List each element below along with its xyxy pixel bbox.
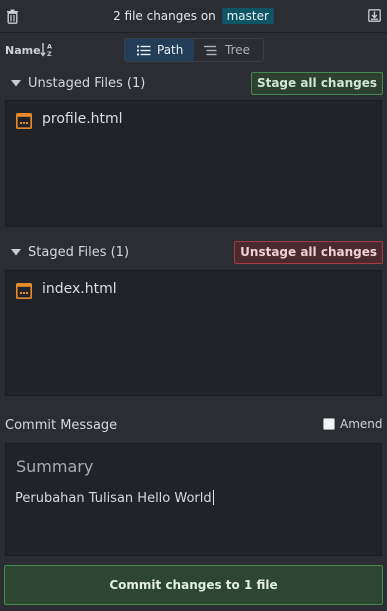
sort-name-label[interactable]: Name <box>5 44 41 57</box>
unstaged-file-list: profile.html <box>5 100 382 227</box>
commit-message-input[interactable]: Summary Perubahan Tulisan Hello World <box>5 443 382 556</box>
list-icon <box>137 45 151 56</box>
html-file-icon <box>16 113 32 129</box>
tab-path-label: Path <box>157 43 184 57</box>
staged-header[interactable]: Staged Files (1) Unstage all changes <box>0 240 387 266</box>
amend-checkbox[interactable]: Amend <box>323 417 383 433</box>
branch-badge: master <box>221 8 274 24</box>
header-bar: 2 file changes on master <box>0 0 387 33</box>
svg-text:Z: Z <box>47 50 52 57</box>
sort-alpha-icon[interactable]: A Z <box>40 42 54 57</box>
commit-button[interactable]: Commit changes to 1 file <box>4 565 383 605</box>
download-icon[interactable] <box>368 9 381 22</box>
unstaged-header[interactable]: Unstaged Files (1) Stage all changes <box>0 71 387 97</box>
tab-path[interactable]: Path <box>125 39 194 61</box>
tab-tree[interactable]: Tree <box>194 39 263 61</box>
list-item[interactable]: index.html <box>16 281 376 301</box>
caret-down-icon[interactable] <box>11 80 21 87</box>
commit-message-label: Commit Message <box>5 418 118 433</box>
text-cursor <box>212 490 214 505</box>
file-name: index.html <box>42 281 117 297</box>
header-title-text: 2 file changes on <box>113 9 216 23</box>
staged-file-list: index.html <box>5 270 382 396</box>
unstage-all-button[interactable]: Unstage all changes <box>234 241 383 264</box>
tree-icon <box>204 45 217 56</box>
description-text: Perubahan Tulisan Hello World <box>15 491 212 506</box>
summary-input[interactable]: Summary <box>16 457 93 476</box>
header-title: 2 file changes on master <box>0 8 387 24</box>
view-mode-toggle: Path Tree <box>124 38 264 62</box>
tab-tree-label: Tree <box>225 43 251 57</box>
description-input[interactable]: Perubahan Tulisan Hello World <box>15 490 214 506</box>
html-file-icon <box>16 283 32 299</box>
list-item[interactable]: profile.html <box>16 111 376 131</box>
caret-down-icon[interactable] <box>11 249 21 256</box>
file-name: profile.html <box>42 111 123 127</box>
staged-title: Staged Files (1) <box>28 245 130 260</box>
unstaged-title: Unstaged Files (1) <box>28 76 146 91</box>
stage-all-button[interactable]: Stage all changes <box>250 72 383 95</box>
amend-checkbox-box[interactable] <box>323 418 335 430</box>
sort-toolbar: Name A Z Path Tree <box>0 36 387 64</box>
amend-label: Amend <box>340 417 383 431</box>
